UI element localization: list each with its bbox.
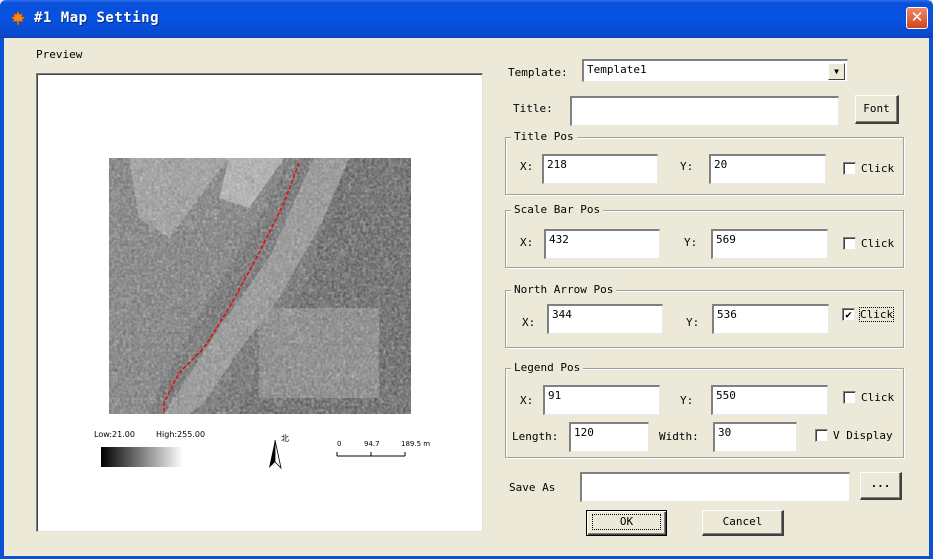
north-label: 北 <box>281 434 289 443</box>
legend-pos-group-title: Legend Pos <box>511 361 584 374</box>
north-arrow-pos-x-label: X: <box>522 316 536 329</box>
scale-bar-pos-x-input[interactable]: 432 <box>544 229 660 259</box>
legend-high-value: High:255.00 <box>156 430 206 439</box>
window-title: #1 Map Setting <box>34 10 160 26</box>
preview-label: Preview <box>36 48 83 61</box>
scale-bar-pos-group-title: Scale Bar Pos <box>511 203 604 216</box>
north-arrow-pos-y-value: 536 <box>717 308 737 321</box>
font-button[interactable]: Font <box>855 95 899 124</box>
scale-bar-pos-x-label: X: <box>520 236 534 249</box>
legend-length-label: Length: <box>512 430 559 443</box>
close-button[interactable]: ✕ <box>906 7 928 29</box>
title-pos-x-input[interactable]: 218 <box>542 154 658 184</box>
legend-width-label: Width: <box>659 430 699 443</box>
scale-tick-0: 0 <box>337 440 342 448</box>
scale-bar-pos-y-label: Y: <box>684 236 698 249</box>
checkmark-icon: ✔ <box>845 308 852 321</box>
title-pos-y-input[interactable]: 20 <box>709 154 826 184</box>
ok-button-label: OK <box>592 514 661 530</box>
maple-leaf-icon <box>10 10 26 26</box>
v-display-label[interactable]: V Display <box>833 429 893 442</box>
scale-bar-pos-click-checkbox[interactable] <box>843 237 856 250</box>
legend-pos-y-label: Y: <box>680 394 694 407</box>
north-arrow-pos-click-checkbox[interactable]: ✔ <box>842 308 855 321</box>
window-border-left <box>0 38 4 559</box>
title-input[interactable] <box>570 96 839 126</box>
legend-width-input[interactable]: 30 <box>713 422 797 452</box>
legend-pos-click-checkbox[interactable] <box>843 391 856 404</box>
north-arrow-icon: 北 <box>269 434 289 470</box>
map-preview: Low:21.00 High:255.00 北 0 94.7 189.5 m <box>36 73 483 532</box>
cancel-button[interactable]: Cancel <box>702 510 784 536</box>
template-value: Template1 <box>587 63 647 76</box>
chevron-down-icon[interactable]: ▼ <box>828 63 845 80</box>
north-arrow-pos-y-label: Y: <box>686 316 700 329</box>
template-label: Template: <box>508 66 568 79</box>
north-arrow-pos-group-title: North Arrow Pos <box>511 283 617 296</box>
north-arrow-pos-x-value: 344 <box>552 308 572 321</box>
title-pos-x-label: X: <box>520 160 534 173</box>
close-icon: ✕ <box>910 8 924 26</box>
scale-bar-pos-x-value: 432 <box>549 233 569 246</box>
title-pos-y-value: 20 <box>714 158 728 171</box>
title-pos-group-title: Title Pos <box>511 130 577 143</box>
title-pos-y-label: Y: <box>680 160 694 173</box>
scale-bar-pos-y-input[interactable]: 569 <box>711 229 828 259</box>
ok-button[interactable]: OK <box>586 510 667 536</box>
v-display-checkbox[interactable] <box>815 429 828 442</box>
scale-tick-1: 94.7 <box>364 440 380 448</box>
title-pos-click-checkbox[interactable] <box>843 162 856 175</box>
save-as-label: Save As <box>509 481 556 494</box>
legend-pos-y-value: 550 <box>716 389 736 402</box>
north-arrow-pos-click-label[interactable]: Click <box>859 307 895 322</box>
scale-tick-2: 189.5 m <box>401 440 431 448</box>
legend-pos-click-label[interactable]: Click <box>861 391 894 404</box>
title-label: Title: <box>513 102 553 115</box>
satellite-image <box>109 158 411 414</box>
scale-bar-pos-click-label[interactable]: Click <box>861 237 894 250</box>
title-bar[interactable]: #1 Map Setting ✕ <box>0 0 933 38</box>
save-as-input[interactable] <box>580 472 850 502</box>
scale-bar-pos-y-value: 569 <box>716 233 736 246</box>
title-pos-click-label[interactable]: Click <box>861 162 894 175</box>
legend-width-value: 30 <box>718 426 732 439</box>
north-arrow-pos-y-input[interactable]: 536 <box>712 304 829 334</box>
legend-pos-x-input[interactable]: 91 <box>543 385 660 415</box>
window-border-right <box>929 38 933 559</box>
legend-gradient-bar <box>101 447 183 467</box>
browse-button[interactable]: ... <box>860 472 902 500</box>
legend-low-value: Low:21.00 <box>94 430 135 439</box>
template-select[interactable]: Template1 ▼ <box>582 59 848 82</box>
legend-length-value: 120 <box>574 426 594 439</box>
legend-pos-x-label: X: <box>520 394 534 407</box>
legend-pos-x-value: 91 <box>548 389 562 402</box>
north-arrow-pos-x-input[interactable]: 344 <box>547 304 663 334</box>
legend-length-input[interactable]: 120 <box>569 422 649 452</box>
title-pos-x-value: 218 <box>547 158 567 171</box>
legend-pos-y-input[interactable]: 550 <box>711 385 828 415</box>
